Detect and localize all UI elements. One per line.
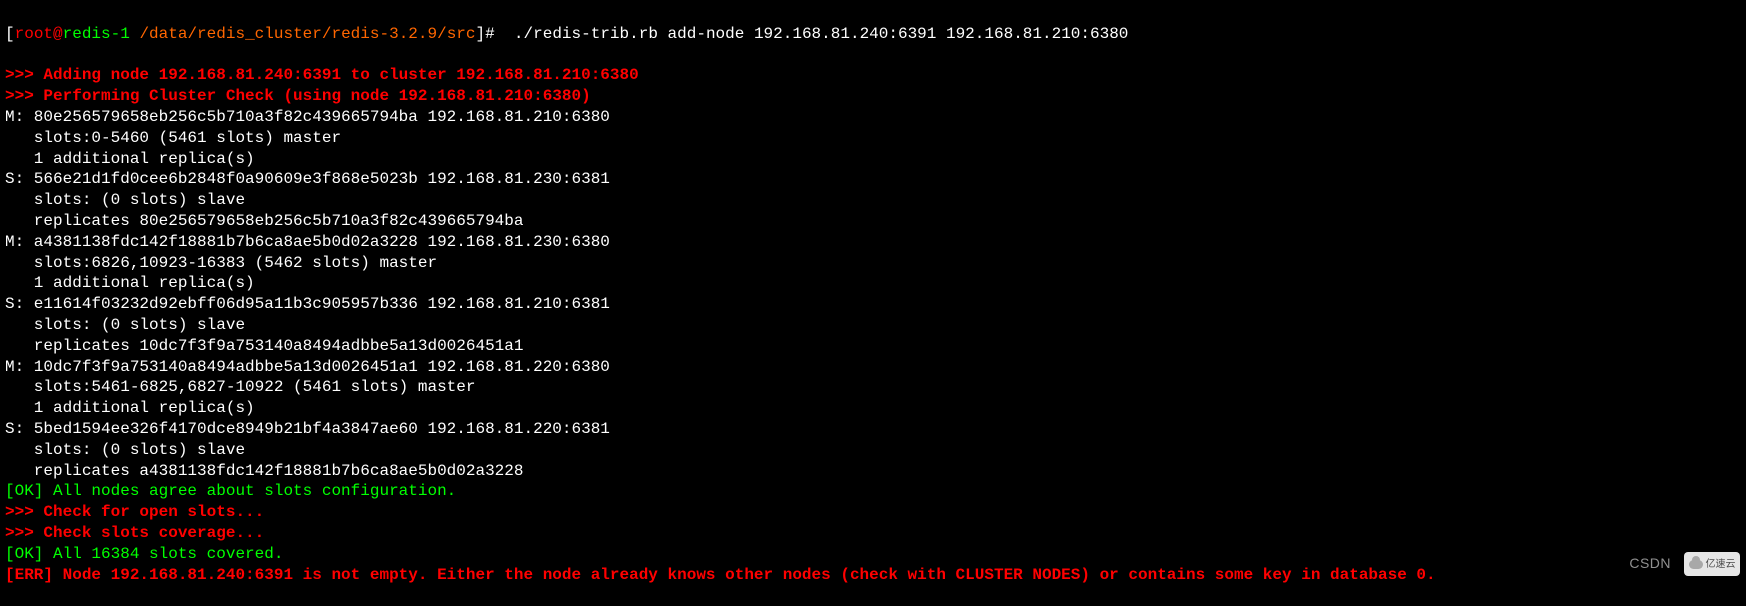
command-text: ./redis-trib.rb add-node 192.168.81.240:… [514,25,1129,43]
output-line: S: 566e21d1fd0cee6b2848f0a90609e3f868e50… [5,169,1741,190]
output-line: replicates 80e256579658eb256c5b710a3f82c… [5,211,1741,232]
output-line: M: 80e256579658eb256c5b710a3f82c43966579… [5,107,1741,128]
prompt-host: redis-1 [63,25,130,43]
output-line: >>> Check for open slots... [5,502,1741,523]
prompt-open-bracket: [ [5,25,15,43]
output-line: S: 5bed1594ee326f4170dce8949b21bf4a3847a… [5,419,1741,440]
output-line: S: e11614f03232d92ebff06d95a11b3c905957b… [5,294,1741,315]
terminal-output[interactable]: [root@redis-1 /data/redis_cluster/redis-… [5,3,1741,606]
output-line: M: a4381138fdc142f18881b7b6ca8ae5b0d02a3… [5,232,1741,253]
output-line: 1 additional replica(s) [5,398,1741,419]
watermark-logo-text: 亿速云 [1706,558,1736,571]
output-line: M: 10dc7f3f9a753140a8494adbbe5a13d002645… [5,357,1741,378]
prompt-path: /data/redis_cluster/redis-3.2.9/src [130,25,476,43]
output-line: [ERR] Node 192.168.81.240:6391 is not em… [5,565,1741,586]
output-line: >>> Check slots coverage... [5,523,1741,544]
output-line: replicates 10dc7f3f9a753140a8494adbbe5a1… [5,336,1741,357]
output-line: slots: (0 slots) slave [5,440,1741,461]
watermark-csdn: CSDN [1629,554,1671,572]
watermark-logo: 亿速云 [1684,552,1740,576]
output-line: 1 additional replica(s) [5,149,1741,170]
prompt-user: root [15,25,53,43]
output-line: replicates a4381138fdc142f18881b7b6ca8ae… [5,461,1741,482]
prompt-at: @ [53,25,63,43]
output-line: [OK] All 16384 slots covered. [5,544,1741,565]
prompt-close-bracket: ]# [476,25,514,43]
output-line: >>> Performing Cluster Check (using node… [5,86,1741,107]
output-line: slots:6826,10923-16383 (5462 slots) mast… [5,253,1741,274]
prompt-line: [root@redis-1 /data/redis_cluster/redis-… [5,24,1741,45]
output-line: slots:0-5460 (5461 slots) master [5,128,1741,149]
output-line: [OK] All nodes agree about slots configu… [5,481,1741,502]
output-line: slots: (0 slots) slave [5,315,1741,336]
output-line: slots:5461-6825,6827-10922 (5461 slots) … [5,377,1741,398]
cloud-icon [1689,560,1703,569]
output-lines: >>> Adding node 192.168.81.240:6391 to c… [5,65,1741,585]
output-line: >>> Adding node 192.168.81.240:6391 to c… [5,65,1741,86]
output-line: 1 additional replica(s) [5,273,1741,294]
output-line: slots: (0 slots) slave [5,190,1741,211]
